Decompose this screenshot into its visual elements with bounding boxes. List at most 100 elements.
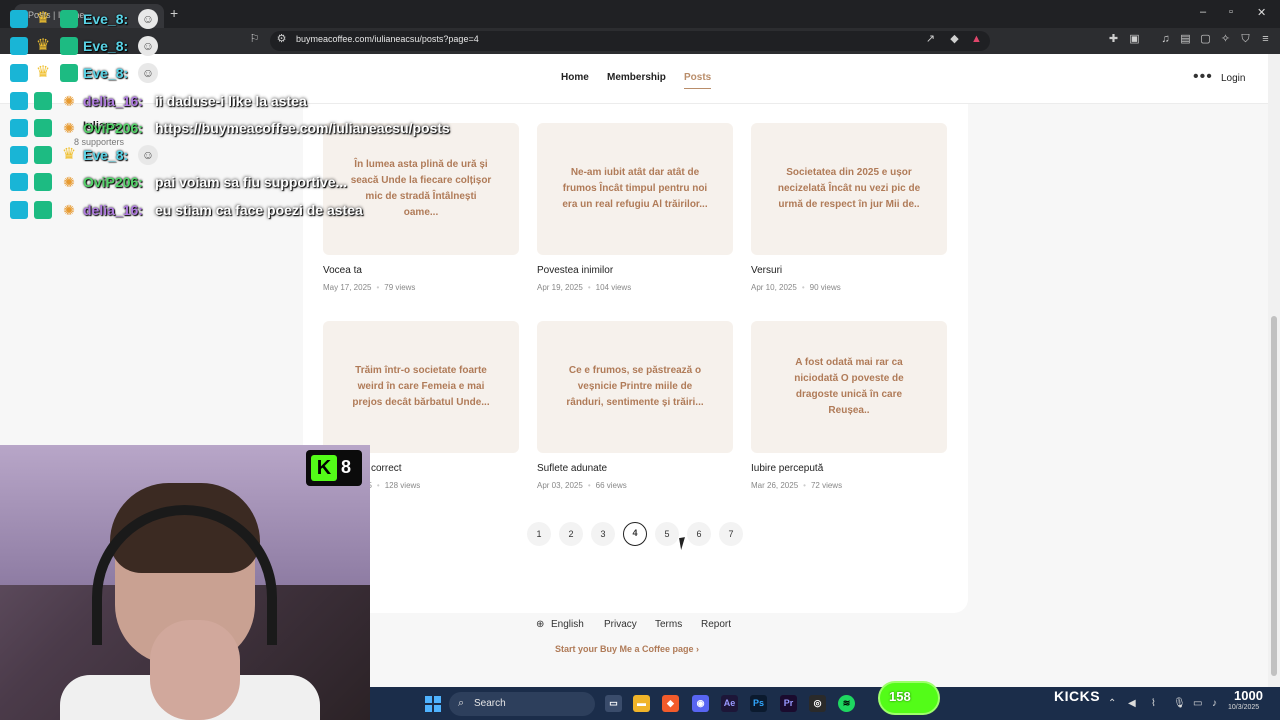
post-views: 128 views	[384, 481, 421, 490]
site-info-icon[interactable]: ⚙	[275, 33, 288, 46]
premiere-icon[interactable]: Pr	[780, 695, 797, 712]
obs-icon[interactable]: ◎	[809, 695, 826, 712]
file-explorer-icon[interactable]: ▬	[633, 695, 650, 712]
privacy-link[interactable]: Privacy	[604, 619, 637, 630]
globe-icon[interactable]: ⊕	[536, 619, 544, 630]
nav-home[interactable]: Home	[561, 72, 589, 83]
more-options-icon[interactable]: •••	[1193, 68, 1213, 86]
post-card[interactable]: Ne-am iubit atât dar atât de frumos Încâ…	[537, 123, 733, 292]
speaker-icon[interactable]: ♪	[1212, 698, 1217, 709]
photoshop-icon[interactable]: Ps	[750, 695, 767, 712]
music-icon[interactable]: ♫	[1159, 33, 1172, 46]
chat-username: Eve_8:	[83, 147, 129, 163]
taskbar-search[interactable]	[449, 692, 595, 716]
moderator-badge-icon	[10, 92, 28, 110]
minimize-icon[interactable]: –	[1200, 6, 1206, 18]
extensions-icon[interactable]: ✚	[1107, 33, 1120, 46]
subscriber-badge-icon	[60, 37, 78, 55]
start-page-link[interactable]: Start your Buy Me a Coffee page ›	[555, 644, 699, 654]
post-thumbnail[interactable]: În lumea asta plină de ură și seacă Unde…	[323, 123, 519, 255]
url-text[interactable]: buymeacoffee.com/iulianeacsu/posts?page=…	[296, 34, 479, 44]
post-card[interactable]: Societatea din 2025 e ușor necizelată În…	[751, 123, 947, 292]
chat-username: Eve_8:	[83, 38, 129, 54]
crown-badge-icon: ♛	[35, 37, 51, 54]
language-selector[interactable]: English	[551, 619, 584, 630]
nav-posts[interactable]: Posts	[684, 72, 712, 89]
crown-badge-icon: ♛	[61, 146, 77, 163]
report-link[interactable]: Report	[701, 619, 731, 630]
windows-start-icon[interactable]	[425, 696, 441, 712]
post-title[interactable]: Povestea inimilor	[537, 265, 733, 276]
browser-tabbar: Posts | Iuliane... + – ▫ ✕	[0, 0, 1280, 28]
spotify-icon[interactable]: ≋	[838, 695, 855, 712]
post-views: 79 views	[384, 283, 416, 292]
crown-badge-icon: ♛	[35, 10, 51, 27]
sidebar-icon[interactable]: ▤	[1179, 33, 1192, 46]
post-excerpt: A fost odată mai rar ca niciodată O pove…	[794, 357, 904, 416]
post-title[interactable]: Suflete adunate	[537, 463, 733, 474]
wallet-icon[interactable]: ▢	[1199, 33, 1212, 46]
post-thumbnail[interactable]: Trăim într-o societate foarte weird în c…	[323, 321, 519, 453]
tray-chevron-icon[interactable]: ⌃	[1108, 698, 1116, 709]
terms-link[interactable]: Terms	[655, 619, 682, 630]
screenshot-icon[interactable]: ▣	[1128, 33, 1141, 46]
page-button-3[interactable]: 3	[591, 522, 615, 546]
mic-icon[interactable]: 🎙	[1173, 698, 1186, 709]
page-button-5[interactable]: 5	[655, 522, 679, 546]
post-title[interactable]: Versuri	[751, 265, 947, 276]
volume-icon[interactable]: ◀	[1128, 698, 1136, 709]
network-icon[interactable]: ⌇	[1151, 698, 1156, 709]
bookmark-icon[interactable]: ⚐	[248, 33, 261, 46]
close-icon[interactable]: ✕	[1257, 6, 1266, 19]
task-view-icon[interactable]: ▭	[605, 695, 622, 712]
maximize-icon[interactable]: ▫	[1229, 6, 1233, 18]
chat-username: OviP206:	[83, 120, 143, 136]
post-card[interactable]: A fost odată mai rar ca niciodată O pove…	[751, 321, 947, 490]
page-button-7[interactable]: 7	[719, 522, 743, 546]
chat-text: eu stiam ca face poezi de astea	[155, 202, 363, 218]
brave-shield-icon[interactable]: ◆	[948, 33, 961, 46]
post-thumbnail[interactable]: Ne-am iubit atât dar atât de frumos Încâ…	[537, 123, 733, 255]
page-scrollbar[interactable]	[1268, 54, 1280, 687]
post-date: Mar 26, 2025	[751, 481, 799, 490]
subscriber-badge-icon	[34, 173, 52, 191]
page-button-4-current[interactable]: 4	[623, 522, 647, 546]
after-effects-icon[interactable]: Ae	[721, 695, 738, 712]
post-title[interactable]: Iubire percepută	[751, 463, 947, 474]
scrollbar-thumb[interactable]	[1271, 316, 1277, 676]
post-thumbnail[interactable]: Ce e frumos, se păstrează o veșnicie Pri…	[537, 321, 733, 453]
post-date: Apr 10, 2025	[751, 283, 797, 292]
kicks-label: KICKS	[1054, 688, 1101, 704]
leo-ai-icon[interactable]: ✧	[1219, 33, 1232, 46]
emote-icon: ☺	[138, 36, 158, 56]
streamer-hand	[150, 620, 240, 720]
login-link[interactable]: Login	[1221, 73, 1245, 84]
nav-membership[interactable]: Membership	[607, 72, 666, 83]
page-button-2[interactable]: 2	[559, 522, 583, 546]
page-button-1[interactable]: 1	[527, 522, 551, 546]
display-icon[interactable]: ▭	[1193, 698, 1202, 709]
post-thumbnail[interactable]: Societatea din 2025 e ușor necizelată În…	[751, 123, 947, 255]
new-tab-icon[interactable]: +	[170, 5, 178, 21]
subscriber-badge-icon	[60, 64, 78, 82]
taskbar-search-label: Search	[474, 698, 506, 709]
vpn-icon[interactable]: ⛉	[1239, 33, 1252, 46]
chat-text: pai voiam sa fiu supportive...	[155, 174, 348, 190]
emote-icon: ☺	[138, 63, 158, 83]
post-card[interactable]: Ce e frumos, se păstrează o veșnicie Pri…	[537, 321, 733, 490]
discord-icon[interactable]: ◉	[692, 695, 709, 712]
share-icon[interactable]: ↗	[924, 33, 937, 46]
star-badge-icon: ✺	[63, 174, 75, 190]
browser-toolbar	[0, 28, 1280, 54]
kick-logo-icon: K	[311, 455, 337, 481]
brave-browser-icon[interactable]: ◆	[662, 695, 679, 712]
star-badge-icon: ✺	[63, 93, 75, 109]
emote-icon: ☺	[138, 9, 158, 29]
brave-rewards-icon[interactable]: ▲	[970, 33, 983, 46]
taskbar-clock[interactable]: 10/3/2025	[1228, 704, 1259, 711]
post-title[interactable]: Vocea ta	[323, 265, 519, 276]
menu-icon[interactable]: ≡	[1259, 33, 1272, 46]
subscriber-badge-icon	[34, 146, 52, 164]
creator-supporters: 8 supporters	[74, 137, 125, 147]
post-thumbnail[interactable]: A fost odată mai rar ca niciodată O pove…	[751, 321, 947, 453]
